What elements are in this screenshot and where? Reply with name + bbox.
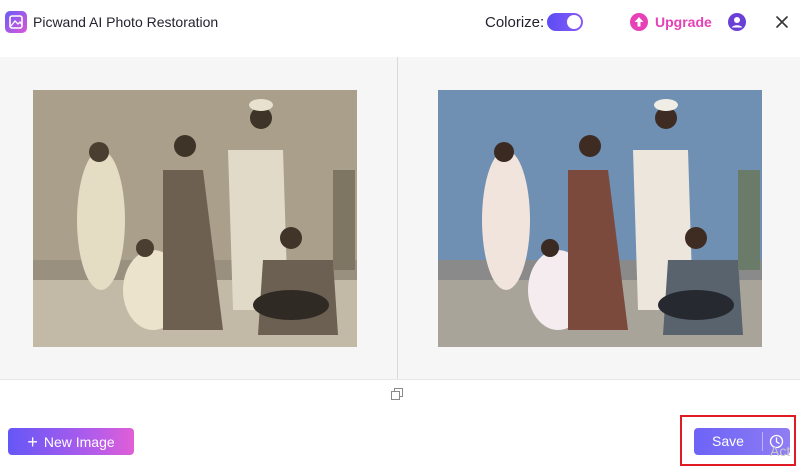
photo-restoration-logo-icon — [5, 11, 27, 33]
original-panel — [0, 57, 397, 379]
save-separator — [762, 432, 763, 451]
colorize-toggle[interactable] — [547, 13, 584, 31]
save-label: Save — [712, 433, 744, 449]
compare-area — [0, 57, 800, 379]
colorize-label: Colorize: — [485, 13, 545, 31]
copy-compare-icon[interactable] — [391, 388, 403, 400]
original-photo — [33, 90, 357, 347]
toggle-knob — [567, 15, 582, 29]
upgrade-button[interactable]: Upgrade — [630, 13, 712, 31]
plus-icon: + — [27, 431, 38, 452]
title-bar: Picwand AI Photo Restoration Colorize: U… — [0, 0, 800, 44]
colorized-panel — [398, 57, 800, 379]
upgrade-arrow-icon — [630, 13, 648, 31]
user-account-icon[interactable] — [728, 13, 746, 31]
watermark-text: Act — [770, 443, 791, 459]
app-title: Picwand AI Photo Restoration — [33, 14, 219, 30]
close-icon[interactable] — [775, 15, 789, 29]
colorize-control: Colorize: — [485, 13, 584, 31]
compare-toolbar — [0, 379, 800, 409]
upgrade-label: Upgrade — [655, 14, 712, 30]
colorized-photo — [438, 90, 762, 347]
new-image-button[interactable]: + New Image — [8, 428, 134, 455]
new-image-label: New Image — [43, 433, 115, 450]
